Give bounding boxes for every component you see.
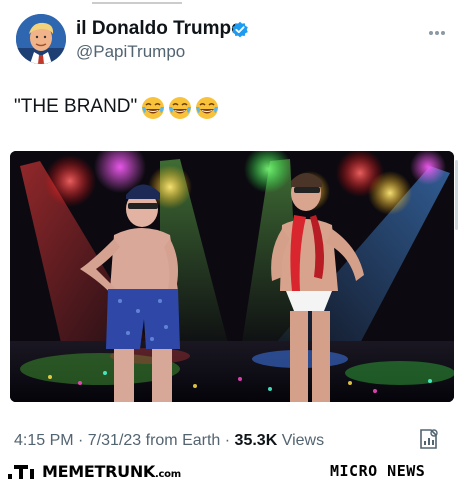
brand-suffix: .com (155, 469, 181, 480)
memetrunk-logo-icon (8, 464, 34, 479)
laughing-emoji-icon (169, 97, 191, 119)
top-edge (0, 0, 460, 6)
verified-badge-icon (232, 21, 248, 38)
views-count: 35.3K (234, 432, 278, 449)
micro-news-label: MICRO NEWS (330, 462, 426, 480)
memetrunk-logo: MEMETRUNK.com (8, 462, 181, 481)
laughing-emoji-icon (196, 97, 218, 119)
display-name[interactable]: il Donaldo Trumpo (76, 18, 243, 40)
views-label: Views (277, 432, 325, 449)
handle[interactable]: @PapiTrumpo (76, 42, 185, 62)
post-meta: 4:15 PM · 7/31/23 from Earth · 35.3K Vie… (14, 432, 324, 450)
more-icon[interactable] (429, 22, 449, 35)
analytics-icon[interactable] (418, 428, 440, 450)
avatar[interactable] (16, 14, 66, 64)
tweet-text: "THE BRAND" (14, 96, 138, 117)
timestamp[interactable]: 4:15 PM · 7/31/23 from Earth · (14, 432, 235, 449)
brand-name: MEMETRUNK (42, 462, 156, 481)
emoji-row (141, 96, 219, 120)
post-media-image[interactable] (10, 151, 454, 402)
laughing-emoji-icon (142, 97, 164, 119)
scrollbar[interactable] (455, 160, 458, 230)
